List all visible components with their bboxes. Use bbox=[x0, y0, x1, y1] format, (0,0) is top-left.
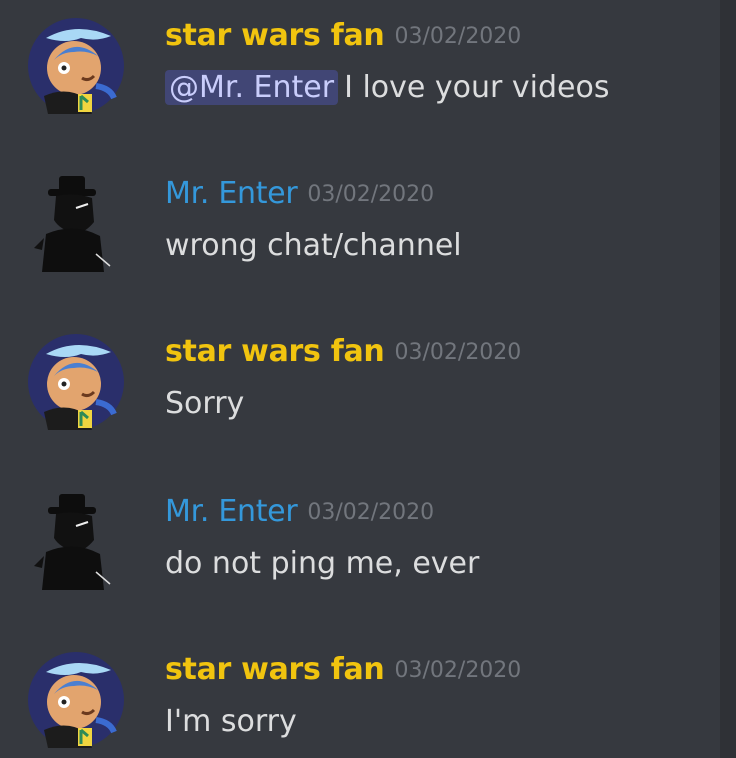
cartoon-character-avatar-icon[interactable] bbox=[26, 16, 126, 116]
timestamp: 03/02/2020 bbox=[307, 500, 435, 525]
author-name[interactable]: star wars fan bbox=[165, 652, 385, 687]
cartoon-character-avatar-icon[interactable] bbox=[26, 332, 126, 432]
cartoon-character-avatar-icon[interactable] bbox=[26, 650, 126, 750]
timestamp: 03/02/2020 bbox=[394, 340, 522, 365]
message-text: do not ping me, ever bbox=[165, 546, 480, 581]
author-name[interactable]: star wars fan bbox=[165, 18, 385, 53]
message-text: I'm sorry bbox=[165, 704, 297, 739]
author-name[interactable]: star wars fan bbox=[165, 334, 385, 369]
author-name[interactable]: Mr. Enter bbox=[165, 494, 298, 529]
message-text: wrong chat/channel bbox=[165, 228, 462, 263]
message-text: I love your videos bbox=[344, 70, 610, 105]
chat-message: Mr. Enter 03/02/2020 do not ping me, ever bbox=[0, 476, 720, 596]
timestamp: 03/02/2020 bbox=[307, 182, 435, 207]
chat-message: star wars fan 03/02/2020 Sorry bbox=[0, 316, 720, 436]
timestamp: 03/02/2020 bbox=[394, 658, 522, 683]
scrollbar[interactable] bbox=[720, 0, 736, 758]
message-text: Sorry bbox=[165, 386, 245, 421]
timestamp: 03/02/2020 bbox=[394, 24, 522, 49]
chat-message: Mr. Enter 03/02/2020 wrong chat/channel bbox=[0, 158, 720, 278]
user-mention[interactable]: @Mr. Enter bbox=[165, 70, 339, 105]
chat-message-list: star wars fan 03/02/2020 @Mr. Enter I love… bbox=[0, 0, 720, 758]
author-name[interactable]: Mr. Enter bbox=[165, 176, 298, 211]
chat-message: star wars fan 03/02/2020 @Mr. Enter I love… bbox=[0, 0, 720, 120]
chat-message: star wars fan 03/02/2020 I'm sorry bbox=[0, 634, 720, 754]
black-silhouette-avatar-icon[interactable] bbox=[26, 174, 126, 274]
black-silhouette-avatar-icon[interactable] bbox=[26, 492, 126, 592]
